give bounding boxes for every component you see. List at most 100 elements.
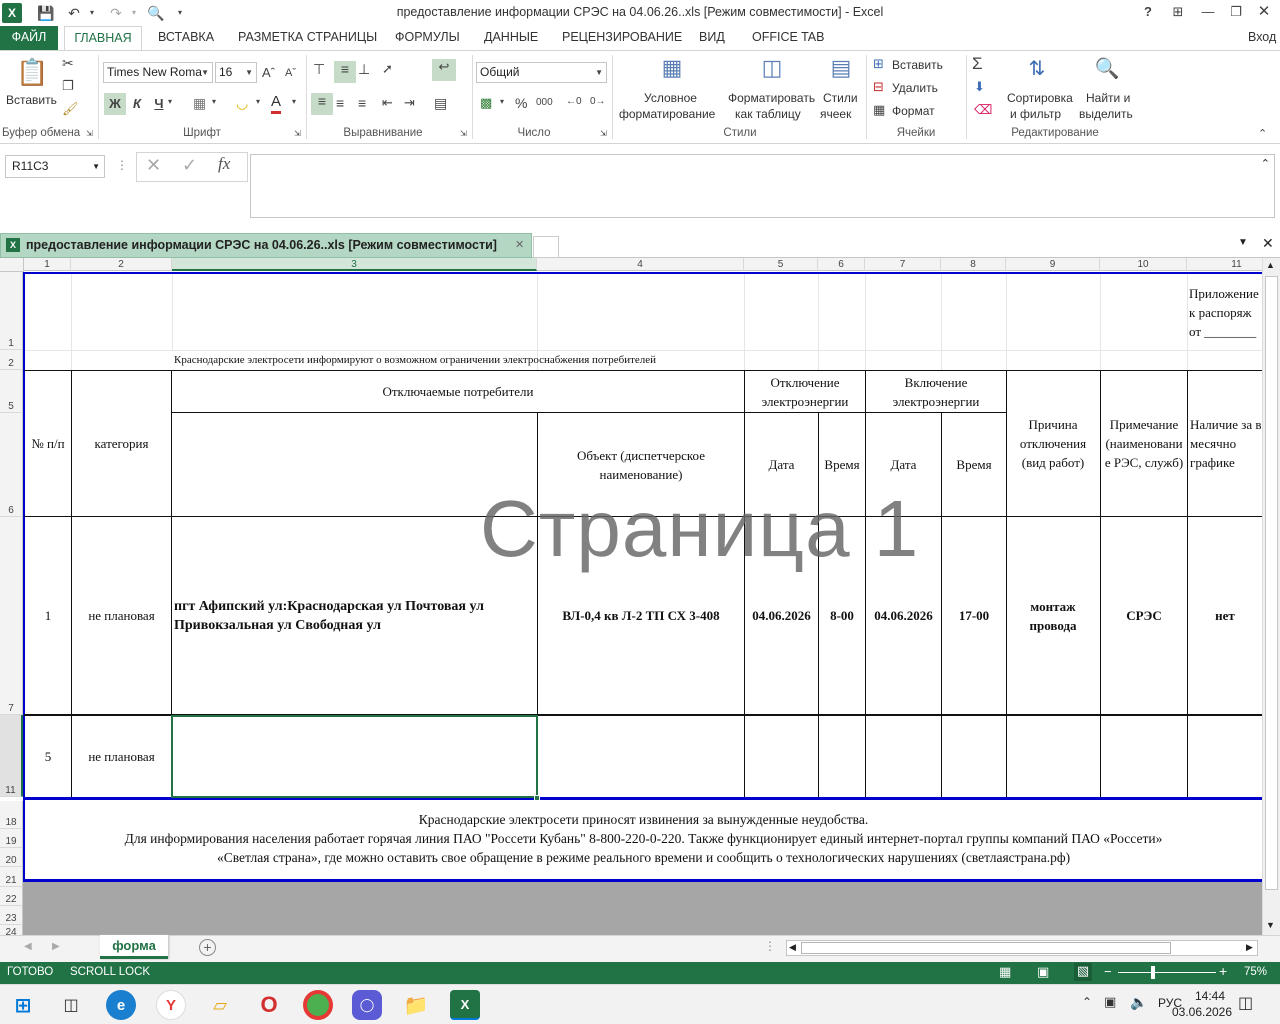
paste-button[interactable]: Вставить bbox=[6, 93, 57, 108]
scroll-up-icon[interactable]: ▲ bbox=[1266, 260, 1275, 270]
borders-icon[interactable]: ▦ bbox=[193, 95, 206, 112]
fill-dropdown-icon[interactable]: ▾ bbox=[256, 97, 260, 106]
restore-button[interactable]: ❐ bbox=[1222, 2, 1250, 22]
select-all-corner[interactable] bbox=[0, 258, 24, 272]
column-header[interactable]: 6 bbox=[818, 258, 865, 271]
row2-category[interactable]: не плановая bbox=[72, 716, 171, 797]
row1-off-time[interactable]: 8-00 bbox=[819, 517, 865, 714]
windows-start-icon[interactable]: ⊞ bbox=[8, 990, 38, 1020]
row-header[interactable]: 7 bbox=[0, 517, 23, 715]
insert-cells-button[interactable]: Вставить bbox=[892, 58, 943, 73]
task-view-icon[interactable]: ◫ bbox=[56, 990, 86, 1020]
cell-styles-label-1[interactable]: Стили bbox=[823, 91, 858, 106]
tab-home[interactable]: ГЛАВНАЯ bbox=[64, 26, 142, 51]
expand-formula-icon[interactable]: ⌃ bbox=[1261, 157, 1270, 170]
minimize-button[interactable]: — bbox=[1194, 2, 1222, 22]
shrink-font-icon[interactable]: Aˇ bbox=[285, 67, 296, 79]
row1-note[interactable]: СРЭС bbox=[1101, 517, 1187, 714]
currency-dropdown-icon[interactable]: ▾ bbox=[500, 97, 504, 106]
fill-icon[interactable]: ⬇ bbox=[974, 79, 985, 95]
align-center-icon[interactable]: ≡ bbox=[336, 95, 344, 111]
file-manager-icon[interactable]: ▱ bbox=[205, 990, 235, 1020]
zoom-in-icon[interactable]: + bbox=[1219, 963, 1227, 979]
format-painter-icon[interactable]: 🖌 bbox=[62, 101, 79, 117]
page-layout-view-icon[interactable]: ▣ bbox=[1037, 964, 1049, 980]
row-header[interactable]: 21 bbox=[0, 867, 23, 887]
column-header[interactable]: 5 bbox=[744, 258, 818, 271]
format-cells-button[interactable]: Формат bbox=[892, 104, 935, 119]
row-header[interactable]: 20 bbox=[0, 848, 23, 867]
name-box[interactable]: R11C3 ▼ bbox=[5, 155, 105, 178]
align-top-icon[interactable]: ⊤ bbox=[313, 61, 325, 78]
paste-icon[interactable]: 📋 bbox=[16, 57, 48, 91]
signin-link[interactable]: Вход bbox=[1248, 26, 1276, 50]
borders-dropdown-icon[interactable]: ▾ bbox=[212, 97, 216, 106]
font-launcher-icon[interactable]: ⇲ bbox=[294, 129, 301, 138]
conditional-format-label-1[interactable]: Условное bbox=[644, 91, 697, 106]
tab-file[interactable]: ФАЙЛ bbox=[0, 26, 58, 50]
yandex-browser-icon[interactable]: Y bbox=[156, 990, 186, 1020]
font-size-combo[interactable]: 16 ▼ bbox=[215, 62, 257, 83]
normal-view-icon[interactable]: ▦ bbox=[999, 964, 1011, 980]
ribbon-display-icon[interactable]: ⊞ bbox=[1164, 2, 1192, 22]
insert-function-button[interactable]: fx bbox=[218, 154, 230, 174]
increase-decimal-icon[interactable]: ←0 bbox=[566, 96, 582, 107]
zoom-slider-thumb[interactable] bbox=[1151, 966, 1155, 979]
row1-on-date[interactable]: 04.06.2026 bbox=[866, 517, 941, 714]
number-format-combo[interactable]: Общий ▼ bbox=[476, 62, 607, 83]
zoom-slider[interactable] bbox=[1118, 972, 1216, 973]
confirm-entry-icon[interactable]: ✓ bbox=[182, 155, 197, 176]
delete-cells-icon[interactable]: ⊟ bbox=[873, 79, 884, 95]
row-header[interactable]: 22 bbox=[0, 887, 23, 906]
alignment-launcher-icon[interactable]: ⇲ bbox=[460, 129, 467, 138]
formula-input[interactable]: ⌃ bbox=[250, 154, 1275, 218]
currency-icon[interactable]: ▩ bbox=[480, 95, 492, 111]
add-sheet-icon[interactable]: + bbox=[199, 939, 216, 956]
font-color-dropdown-icon[interactable]: ▾ bbox=[292, 97, 296, 106]
next-sheet-icon[interactable]: ▶ bbox=[52, 941, 60, 952]
sort-filter-label-1[interactable]: Сортировка bbox=[1007, 91, 1073, 106]
sort-filter-icon[interactable]: ⇅ bbox=[1022, 56, 1052, 86]
clipboard-launcher-icon[interactable]: ⇲ bbox=[86, 129, 93, 138]
edge-icon[interactable]: e bbox=[106, 990, 136, 1020]
row1-consumers[interactable]: пгт Афипский ул:Краснодарская ул Почтова… bbox=[174, 517, 536, 714]
decrease-indent-icon[interactable]: ⇤ bbox=[382, 95, 393, 111]
split-grip-icon[interactable]: ⋮ bbox=[764, 939, 776, 953]
column-header[interactable]: 3 bbox=[172, 258, 537, 271]
row-header[interactable]: 6 bbox=[0, 413, 23, 517]
row-header[interactable]: 11 bbox=[0, 715, 23, 797]
selected-cell[interactable] bbox=[171, 715, 538, 798]
row-header[interactable]: 5 bbox=[0, 370, 23, 413]
italic-button[interactable]: К bbox=[130, 93, 144, 115]
percent-button[interactable]: % bbox=[515, 95, 527, 111]
row1-on-time[interactable]: 17-00 bbox=[942, 517, 1006, 714]
explorer-icon[interactable]: 📁 bbox=[401, 990, 431, 1020]
tab-data[interactable]: ДАННЫЕ bbox=[478, 26, 544, 50]
column-header[interactable]: 9 bbox=[1006, 258, 1100, 271]
fill-handle[interactable] bbox=[534, 795, 540, 801]
row1-number[interactable]: 1 bbox=[25, 517, 71, 714]
column-header[interactable]: 7 bbox=[865, 258, 941, 271]
column-header[interactable]: 11 bbox=[1187, 258, 1262, 271]
opera-icon[interactable]: O bbox=[254, 990, 284, 1020]
row-header[interactable]: 23 bbox=[0, 906, 23, 925]
tab-review[interactable]: РЕЦЕНЗИРОВАНИЕ bbox=[556, 26, 688, 50]
help-button[interactable]: ? bbox=[1134, 2, 1162, 22]
row-header[interactable]: 18 bbox=[0, 801, 23, 829]
clear-icon[interactable]: ⌫ bbox=[974, 102, 992, 118]
font-color-icon[interactable]: A bbox=[271, 93, 282, 114]
collapse-ribbon-icon[interactable]: ⌃ bbox=[1258, 127, 1267, 140]
wrap-text-icon[interactable]: ↩ bbox=[432, 59, 456, 81]
font-name-combo[interactable]: Times New Roma ▼ bbox=[103, 62, 213, 83]
underline-dropdown-icon[interactable]: ▾ bbox=[168, 97, 172, 106]
column-header[interactable]: 2 bbox=[71, 258, 172, 271]
tab-office-tab[interactable]: OFFICE TAB bbox=[746, 26, 830, 50]
cut-icon[interactable]: ✂ bbox=[62, 55, 74, 72]
scroll-down-icon[interactable]: ▼ bbox=[1266, 920, 1275, 930]
vertical-scroll-thumb[interactable] bbox=[1265, 276, 1278, 890]
align-middle-icon[interactable]: ≡ bbox=[334, 61, 356, 83]
scroll-left-icon[interactable]: ◀ bbox=[789, 942, 796, 953]
zoom-out-icon[interactable]: − bbox=[1104, 964, 1112, 979]
zoom-level[interactable]: 75% bbox=[1244, 966, 1267, 978]
messenger-icon[interactable]: ◯ bbox=[352, 990, 382, 1020]
